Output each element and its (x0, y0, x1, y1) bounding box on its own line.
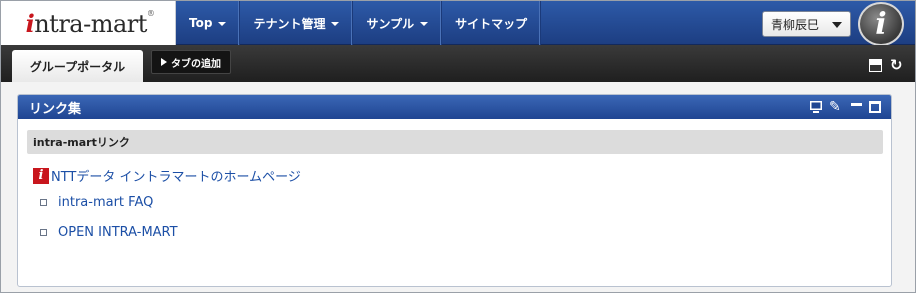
top-navigation-bar: intra-mart® Top テナント管理 サンプル サイトマップ 青柳辰巳 (1, 1, 915, 46)
intra-mart-brand-icon: i (33, 167, 49, 184)
link-item[interactable]: OPEN INTRA-MART (32, 225, 178, 240)
user-menu-dropdown[interactable]: 青柳辰巳 (762, 11, 851, 37)
portlet-title: リンク集 (29, 102, 82, 117)
minimize-icon[interactable] (850, 100, 864, 114)
play-triangle-icon (161, 58, 167, 66)
nav-item-label: テナント管理 (253, 16, 326, 31)
portlet-header: リンク集 ✎ (18, 95, 891, 119)
logo-area[interactable]: intra-mart® (1, 1, 176, 45)
link-item[interactable]: i NTTデータ イントラマートのホームページ (33, 166, 301, 185)
nav-item-label: サンプル (366, 16, 415, 31)
intra-mart-i-icon: i (875, 6, 887, 42)
nav-item-top[interactable]: Top (176, 1, 241, 45)
tab-group-portal[interactable]: グループポータル (12, 50, 143, 82)
link-label[interactable]: intra-mart FAQ (58, 195, 153, 210)
nav-item-sitemap[interactable]: サイトマップ (442, 1, 542, 45)
tab-label: グループポータル (29, 59, 126, 74)
caret-down-icon (218, 22, 227, 26)
square-bullet-icon (40, 199, 47, 206)
add-tab-button[interactable]: タブの追加 (151, 50, 231, 74)
user-name: 青柳辰巳 (771, 17, 820, 32)
nav-item-label: Top (189, 16, 213, 30)
pencil-icon[interactable]: ✎ (829, 100, 843, 114)
link-label[interactable]: NTTデータ イントラマートのホームページ (51, 166, 301, 185)
avatar[interactable]: i (858, 2, 904, 46)
intra-mart-logo: intra-mart® (25, 8, 155, 38)
app-window: intra-mart® Top テナント管理 サンプル サイトマップ 青柳辰巳 (0, 0, 916, 293)
square-bullet-icon (40, 229, 47, 236)
caret-down-icon (420, 22, 429, 26)
link-item[interactable]: intra-mart FAQ (32, 195, 153, 210)
nav-item-tenant-admin[interactable]: テナント管理 (240, 1, 354, 45)
portlet-link-collection: リンク集 ✎ intra-martリンク i NTTデータ イントラマートのホー… (17, 94, 892, 287)
maximize-icon[interactable] (869, 101, 881, 113)
nav-item-sample[interactable]: サンプル (353, 1, 443, 45)
refresh-icon[interactable]: ↻ (890, 58, 903, 73)
caret-down-icon (832, 22, 842, 28)
main-nav: Top テナント管理 サンプル サイトマップ (176, 1, 542, 45)
section-header: intra-martリンク (27, 130, 883, 154)
caret-down-icon (331, 22, 340, 26)
portal-tab-strip: グループポータル タブの追加 (1, 45, 915, 82)
monitor-icon[interactable] (809, 100, 823, 114)
add-tab-label: タブの追加 (171, 58, 221, 70)
section-title: intra-martリンク (33, 136, 130, 149)
layout-icon[interactable] (869, 59, 882, 72)
link-label[interactable]: OPEN INTRA-MART (58, 225, 178, 240)
nav-item-label: サイトマップ (455, 16, 528, 31)
